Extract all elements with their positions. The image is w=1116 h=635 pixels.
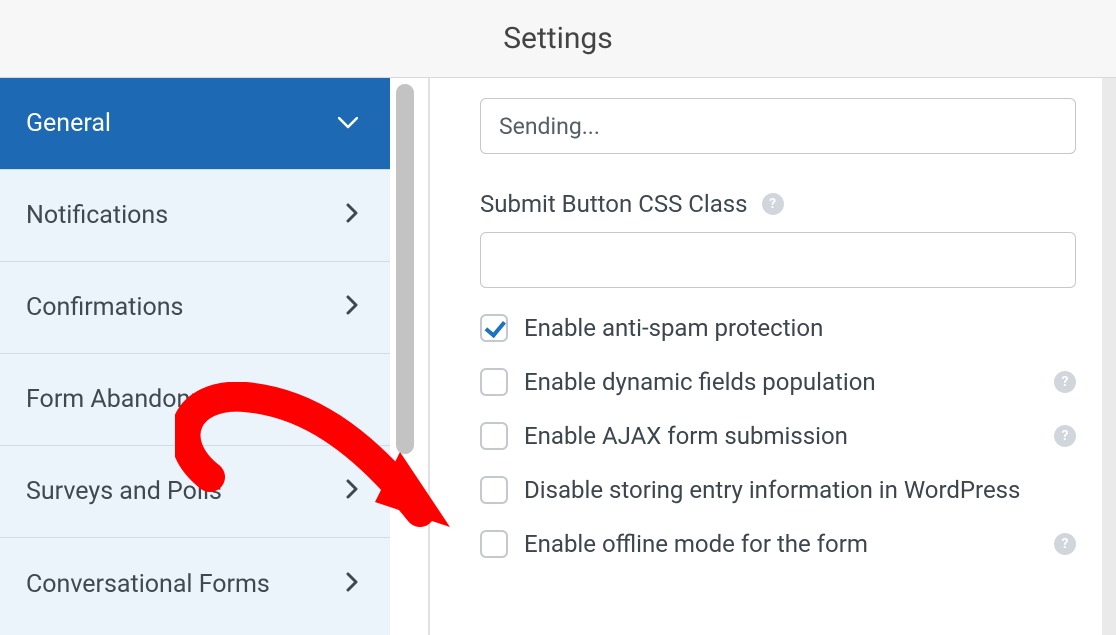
checkbox-ajax-submission[interactable]: Enable AJAX form submission ?	[480, 422, 1076, 450]
checkbox-offline-mode[interactable]: Enable offline mode for the form ?	[480, 530, 1076, 558]
sidebar-item-form-abandonment[interactable]: Form Abandonment ›	[0, 354, 390, 446]
chevron-right-icon	[346, 479, 358, 504]
checkbox-disable-storing-entries[interactable]: Disable storing entry information in Wor…	[480, 476, 1076, 504]
sidebar-item-label: Notifications	[26, 201, 168, 230]
scrollbar-thumb[interactable]	[396, 84, 414, 454]
help-icon[interactable]: ?	[1054, 425, 1076, 447]
chevron-right-icon	[346, 295, 358, 320]
sidebar-item-conversational-forms[interactable]: Conversational Forms	[0, 538, 390, 630]
settings-sidebar: General Notifications Confirmations Form…	[0, 78, 390, 635]
checkbox-label: Enable AJAX form submission	[524, 422, 1038, 450]
checkbox-label: Enable anti-spam protection	[524, 314, 1076, 342]
checkbox-anti-spam[interactable]: Enable anti-spam protection	[480, 314, 1076, 342]
sidebar-item-label: Surveys and Polls	[26, 477, 222, 506]
submit-button-css-class-label: Submit Button CSS Class ?	[480, 190, 1076, 218]
checkbox-icon[interactable]	[480, 368, 508, 396]
content-body: General Notifications Confirmations Form…	[0, 78, 1116, 635]
input-value: Sending...	[499, 113, 600, 140]
sidebar-item-notifications[interactable]: Notifications	[0, 170, 390, 262]
checkbox-dynamic-fields[interactable]: Enable dynamic fields population ?	[480, 368, 1076, 396]
page-title: Settings	[503, 21, 613, 56]
sidebar-item-label: Form Abandonment	[26, 385, 248, 414]
label-text: Submit Button CSS Class	[480, 190, 748, 218]
chevron-down-icon	[338, 113, 358, 134]
submit-button-css-class-input[interactable]	[480, 232, 1076, 288]
page-header: Settings	[0, 0, 1116, 78]
sidebar-item-confirmations[interactable]: Confirmations	[0, 262, 390, 354]
sidebar-item-label: General	[26, 109, 111, 138]
sidebar-item-surveys-polls[interactable]: Surveys and Polls	[0, 446, 390, 538]
sidebar-item-label: Conversational Forms	[26, 570, 270, 599]
right-edge-strip	[1102, 78, 1116, 635]
checkbox-icon[interactable]	[480, 422, 508, 450]
checkbox-icon[interactable]	[480, 530, 508, 558]
checkbox-label: Enable offline mode for the form	[524, 530, 1038, 558]
settings-screen: Settings General Notifications Confirmat…	[0, 0, 1116, 635]
submit-processing-text-input[interactable]: Sending...	[480, 98, 1076, 154]
help-icon[interactable]: ?	[762, 193, 784, 215]
checkbox-label: Enable dynamic fields population	[524, 368, 1038, 396]
gutter-divider	[428, 78, 430, 635]
help-icon[interactable]: ?	[1054, 533, 1076, 555]
chevron-right-icon	[346, 572, 358, 597]
checkbox-icon[interactable]	[480, 476, 508, 504]
scroll-gutter	[390, 78, 430, 635]
help-icon[interactable]: ?	[1054, 371, 1076, 393]
chevron-right-icon	[346, 203, 358, 228]
sidebar-item-label: Confirmations	[26, 293, 183, 322]
sidebar-item-general[interactable]: General	[0, 78, 390, 170]
settings-main-panel: Sending... Submit Button CSS Class ? Ena…	[430, 78, 1116, 635]
checkbox-label: Disable storing entry information in Wor…	[524, 476, 1076, 504]
checkbox-icon[interactable]	[480, 314, 508, 342]
